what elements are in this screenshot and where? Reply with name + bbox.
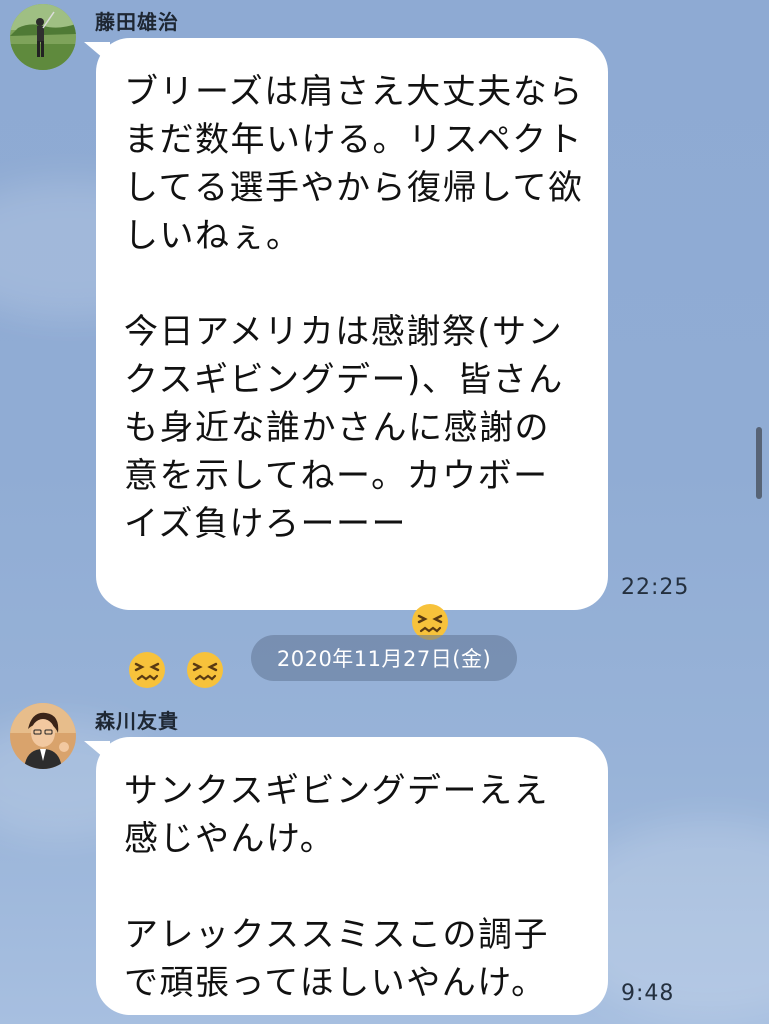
chat-area[interactable]: 藤田雄治 ブリーズは肩さえ大丈夫ならまだ数年いける。リスペクトしてる選手やから復… (0, 0, 769, 1024)
message-bubble[interactable]: サンクスギビングデーええ感じやんけ。 アレックススミスこの調子で頑張ってほしいや… (96, 737, 608, 1015)
sender-name: 森川友貴 (95, 709, 179, 733)
sender-name: 藤田雄治 (95, 10, 179, 34)
message-time: 9:48 (621, 981, 675, 1006)
date-separator: 2020年11月27日(金) (251, 635, 517, 681)
message-time: 22:25 (621, 575, 690, 600)
avatar-golfer-image (10, 4, 76, 70)
avatar-illustrated-person-image (10, 703, 76, 769)
persevering-face-icon (185, 554, 225, 688)
message-bubble[interactable]: ブリーズは肩さえ大丈夫ならまだ数年いける。リスペクトしてる選手やから復帰して欲し… (96, 38, 608, 688)
message-text: ブリーズは肩さえ大丈夫ならまだ数年いける。リスペクトしてる選手やから復帰して欲し… (124, 72, 584, 544)
persevering-face-icon (127, 554, 167, 688)
message-text: サンクスギビングデーええ感じやんけ。 アレックススミスこの調子で頑張ってほしいや… (124, 771, 549, 1003)
scrollbar[interactable] (756, 427, 762, 499)
avatar-morikawa[interactable] (10, 703, 76, 769)
avatar-fujita[interactable] (10, 4, 76, 70)
persevering-face-icon (410, 506, 450, 640)
